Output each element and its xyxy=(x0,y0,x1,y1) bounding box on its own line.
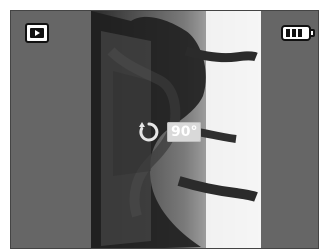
battery-icon xyxy=(281,23,315,43)
rotate-indicator: 90° xyxy=(137,120,202,144)
camera-screen: 90° xyxy=(10,10,319,249)
rotate-clockwise-icon xyxy=(137,120,161,144)
status-bar xyxy=(11,11,318,47)
rotation-angle: 90° xyxy=(167,122,202,142)
playback-icon xyxy=(25,23,49,43)
